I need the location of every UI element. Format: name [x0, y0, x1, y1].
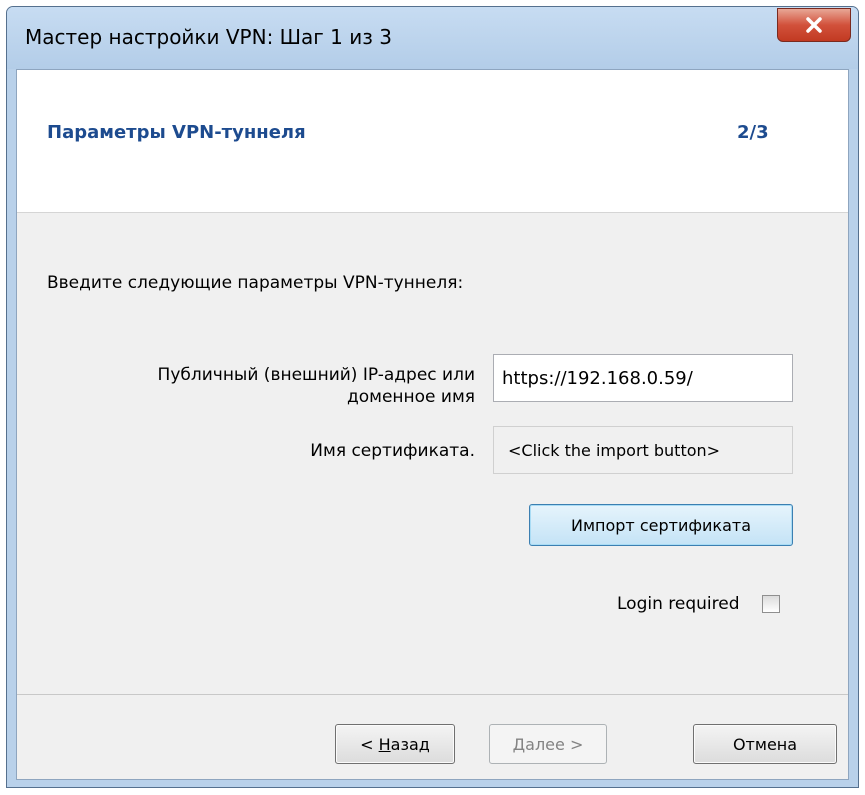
step-indicator: 2/3 — [737, 122, 769, 143]
login-required-label[interactable]: Login required — [617, 594, 740, 614]
wizard-window: Мастер настройки VPN: Шаг 1 из 3 Парамет… — [6, 6, 859, 788]
wizard-header: Параметры VPN-туннеля 2/3 — [17, 70, 848, 213]
back-button-mnemonic: Н — [378, 734, 391, 754]
intro-text: Введите следующие параметры VPN-туннеля: — [47, 273, 464, 293]
ip-address-label: Публичный (внешний) IP-адрес или доменно… — [77, 364, 475, 408]
title-bar[interactable]: Мастер настройки VPN: Шаг 1 из 3 — [7, 7, 858, 69]
login-required-checkbox[interactable] — [762, 595, 780, 613]
footer-divider — [17, 694, 848, 695]
back-button-prefix: < — [360, 734, 379, 754]
cancel-button[interactable]: Отмена — [693, 724, 837, 764]
window-title: Мастер настройки VPN: Шаг 1 из 3 — [25, 25, 392, 49]
back-button[interactable]: < Назад — [335, 724, 455, 764]
next-button-mnemonic: Д — [512, 734, 526, 754]
page-title: Параметры VPN-туннеля — [47, 122, 306, 143]
ip-address-label-line1: Публичный (внешний) IP-адрес или — [157, 365, 475, 385]
wizard-client-area: Параметры VPN-туннеля 2/3 Введите следую… — [16, 69, 849, 780]
next-button[interactable]: Далее > — [489, 724, 607, 764]
back-button-label: азад — [390, 734, 430, 754]
next-button-label: алее > — [525, 734, 584, 754]
close-icon — [805, 17, 823, 33]
ip-address-input[interactable]: https://192.168.0.59/ — [493, 354, 793, 402]
certificate-name-field: <Click the import button> — [493, 426, 793, 474]
close-button[interactable] — [777, 8, 851, 42]
import-certificate-button[interactable]: Импорт сертификата — [529, 504, 793, 546]
certificate-name-label: Имя сертификата. — [310, 441, 475, 461]
ip-address-label-line2: доменное имя — [346, 387, 475, 407]
